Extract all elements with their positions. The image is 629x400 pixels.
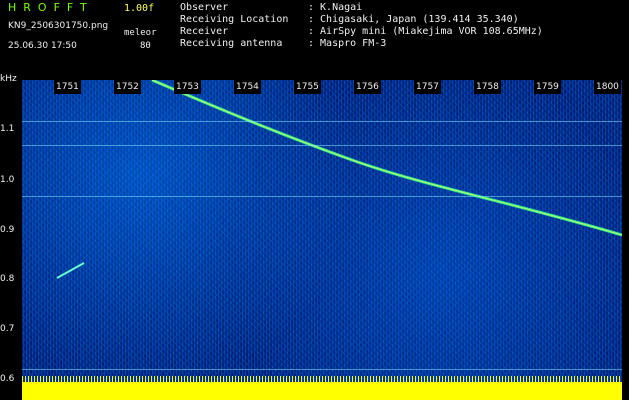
- y-tick-1-1: 1.1: [0, 124, 15, 134]
- antenna-value: : Maspro FM-3: [308, 38, 387, 49]
- short-echo: [56, 262, 85, 279]
- location-value: : Chigasaki, Japan (139.414 35.340): [308, 14, 519, 25]
- spectrogram: 1751 1752 1753 1754 1755 1756 1757 1758 …: [22, 80, 622, 400]
- filename-label: KN9_2506301750.png: [8, 21, 109, 31]
- signal-level-bar: [22, 382, 622, 400]
- meteor-trace-glow: [151, 80, 622, 236]
- location-label: Receiving Location: [180, 14, 289, 25]
- x-tick-1754: 1754: [234, 80, 261, 94]
- observer-value: : K.Nagai: [308, 2, 363, 13]
- x-tick-1755: 1755: [294, 80, 321, 94]
- y-unit-label: kHz: [0, 74, 17, 84]
- receiver-value: : AirSpy mini (Miakejima VOR 108.65MHz): [308, 26, 543, 37]
- antenna-label: Receiving antenna: [180, 38, 283, 49]
- meteor-trace: [151, 80, 622, 237]
- meteor-trace-layer: [56, 80, 622, 279]
- x-tick-1752: 1752: [114, 80, 141, 94]
- y-tick-0-6: 0.6: [0, 374, 15, 384]
- x-tick-1759: 1759: [534, 80, 561, 94]
- observer-label: Observer: [180, 2, 229, 13]
- x-tick-1800: 1800: [594, 80, 621, 94]
- x-tick-1757: 1757: [414, 80, 441, 94]
- count-label: 80: [140, 41, 151, 51]
- app-title: HROFFT: [8, 1, 94, 14]
- datetime-label: 25.06.30 17:50: [8, 41, 77, 51]
- x-tick-1756: 1756: [354, 80, 381, 94]
- grid-line: [22, 196, 622, 197]
- y-tick-0-9: 0.9: [0, 225, 15, 235]
- x-tick-1758: 1758: [474, 80, 501, 94]
- x-tick-1753: 1753: [174, 80, 201, 94]
- y-tick-1-0: 1.0: [0, 175, 15, 185]
- header: HROFFT 1.00f KN9_2506301750.png meleor 2…: [0, 0, 629, 78]
- y-tick-0-8: 0.8: [0, 274, 15, 284]
- grid-line: [22, 121, 622, 122]
- y-tick-0-7: 0.7: [0, 324, 15, 334]
- mode-label: meleor: [124, 28, 157, 38]
- x-tick-1751: 1751: [54, 80, 81, 94]
- grid-line: [22, 369, 622, 370]
- receiver-label: Receiver: [180, 26, 229, 37]
- version-label: 1.00f: [124, 3, 155, 14]
- grid-line: [22, 145, 622, 146]
